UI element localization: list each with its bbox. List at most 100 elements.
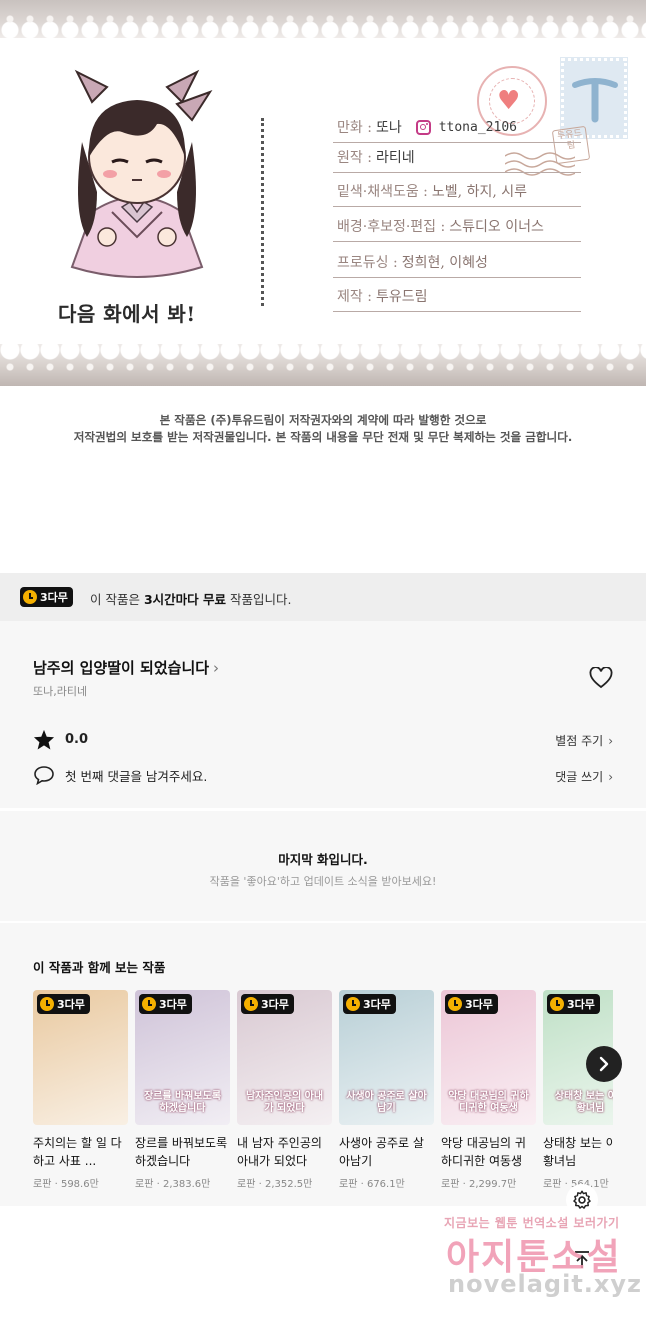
credit-value: 라티네 (375, 150, 415, 166)
3-hours-free-badge: 3다무 (37, 994, 90, 1014)
recommendation-views: 2,383.6만 (162, 1179, 211, 1190)
gear-icon (573, 1190, 591, 1209)
credit-label: 제작 : (337, 289, 372, 305)
recommendation-title: 장르를 바꿔보도록 하겠습니다 (135, 1136, 228, 1168)
badge-label: 3다무 (363, 998, 391, 1011)
free-every-3-hours-banner: 3다무 이 작품은 3시간마다 무료 작품입니다. (0, 573, 646, 621)
credit-row-artist: 만화 : 또나 ttona_2106 (333, 113, 581, 143)
recommendation-title: 주치의는 할 일 다 하고 사표 ... (33, 1136, 122, 1168)
write-comment-button[interactable]: 댓글 쓰기 › (555, 768, 613, 785)
recommendation-genre: 로판 (441, 1179, 460, 1190)
instagram-icon (415, 119, 431, 135)
recommendation-cover: 3다무남자주인공의 아내가 되었다 (237, 990, 332, 1125)
rate-button-label: 별점 주기 (555, 734, 604, 748)
like-button[interactable] (589, 666, 613, 693)
recommendation-title: 악당 대공님의 귀하디귀한 여동생 (441, 1136, 526, 1168)
carousel-next-button[interactable] (586, 1046, 622, 1082)
chevron-right-icon: › (608, 734, 613, 748)
clock-icon (346, 997, 360, 1011)
chibi-character-illustration (70, 69, 213, 278)
recommendation-card[interactable]: 3다무 사생아 공주로 살아남기 사생아 공주로 살아남기 로판 · 676.1만 (339, 990, 434, 1190)
recommendation-cover: 3다무 (33, 990, 128, 1125)
3-hours-free-badge: 3다무 (139, 994, 192, 1014)
clock-icon (448, 997, 462, 1011)
recommendation-card[interactable]: 3다무주치의는 할 일 다 하고 사표 ... 로판 · 598.6만 (33, 990, 128, 1190)
credit-value: 노벨, 하지, 시루 (431, 184, 527, 200)
last-episode-subtitle: 작품을 '좋아요'하고 업데이트 소식을 받아보세요! (209, 875, 437, 888)
credits-card: 다음 화에서 봐! ♥ 투유드림 만화 : 또나 ttona_2106 원작 :… (0, 0, 646, 386)
recommendation-views: 676.1만 (366, 1179, 405, 1190)
recommendation-genre: 로판 (135, 1179, 154, 1190)
heart-stamp-icon: ♥ (497, 86, 521, 116)
credit-row-coloring: 밑색·채색도움 : 노벨, 하지, 시루 (333, 177, 581, 207)
credit-row-production: 제작 : 투유드림 (333, 282, 581, 312)
chevron-right-icon: › (213, 659, 220, 677)
work-title-link[interactable]: 남주의 입양딸이 되었습니다 › (33, 657, 219, 678)
recommendation-meta: 로판 · 2,352.5만 (237, 1175, 332, 1190)
credit-row-producing: 프로듀싱 : 정희현, 이혜성 (333, 248, 581, 278)
badge-label: 3다무 (159, 998, 187, 1011)
settings-button[interactable] (566, 1184, 598, 1216)
free-text-suffix: 작품입니다. (226, 592, 292, 607)
cover-title-art: 남자주인공의 아내가 되었다 (245, 1091, 324, 1114)
recommendation-card[interactable]: 3다무 악당 대공님의 귀하디귀한 여동생 악당 대공님의 귀하디귀한 여동생 로판 … (441, 990, 536, 1190)
copyright-notice: 본 작품은 (주)투유드림이 저작권자와의 계약에 따라 발행한 것으로 저작권… (0, 412, 646, 446)
copyright-line-1: 본 작품은 (주)투유드림이 저작권자와의 계약에 따라 발행한 것으로 (159, 413, 487, 427)
credit-label: 배경·후보정·편집 : (337, 219, 446, 235)
recommendation-card[interactable]: 3다무 장르를 바꿔보도록 하겠습니다 장르를 바꿔보도록 하겠습니다 로판 · 2,… (135, 990, 230, 1190)
cover-title-art: 상태창 보는 아기 황녀님 (554, 1091, 613, 1114)
recommendation-genre: 로판 (33, 1179, 52, 1190)
heart-outline-icon (589, 666, 613, 689)
recommendation-title: 내 남자 주인공의 아내가 되었다 (237, 1136, 322, 1168)
3-hours-free-badge: 3다무 (343, 994, 396, 1014)
3-hours-free-badge: 3다무 (547, 994, 600, 1014)
recommendation-card[interactable]: 3다무남자주인공의 아내가 되었다내 남자 주인공의 아내가 되었다로판 · 2… (237, 990, 332, 1190)
star-icon (33, 729, 55, 750)
chevron-right-icon: › (608, 770, 613, 784)
recommendations-carousel: 3다무주치의는 할 일 다 하고 사표 ... 로판 · 598.6만 3다무장르를… (33, 990, 613, 1200)
credit-value: 또나 (375, 120, 402, 136)
clock-icon (142, 997, 156, 1011)
comment-prompt: 첫 번째 댓글을 남겨주세요. (65, 768, 208, 784)
rating-row: 0.0 (33, 729, 88, 750)
work-authors: 또나,라티네 (33, 685, 88, 698)
recommendation-meta: 로판 · 2,299.7만 (441, 1175, 536, 1190)
cover-title-art: 악당 대공님의 귀하디귀한 여동생 (448, 1091, 529, 1114)
recommendation-meta: 로판 · 598.6만 (33, 1175, 128, 1190)
lace-border-top (0, 0, 646, 38)
badge-label: 3다무 (465, 998, 493, 1011)
rate-button[interactable]: 별점 주기 › (555, 732, 613, 749)
last-episode-section: 마지막 화입니다. 작품을 '좋아요'하고 업데이트 소식을 받아보세요! (0, 811, 646, 921)
credit-row-background: 배경·후보정·편집 : 스튜디오 이너스 (333, 212, 581, 242)
meta-separator: · (255, 1179, 265, 1190)
recommendation-genre: 로판 (543, 1179, 562, 1190)
cover-title-art: 장르를 바꿔보도록 하겠습니다 (143, 1091, 222, 1114)
recommendation-views: 2,352.5만 (264, 1179, 313, 1190)
recommendations-section: 이 작품과 함께 보는 작품 3다무주치의는 할 일 다 하고 사표 ... 로판… (0, 923, 646, 1206)
recommendation-card[interactable]: 3다무상태창 보는 아기 황녀님상태창 보는 아기 황녀님로판 · 564.1만 (543, 990, 613, 1190)
recommendation-title: 사생아 공주로 살아남기 (339, 1136, 424, 1168)
recommendations-heading: 이 작품과 함께 보는 작품 (33, 960, 166, 975)
chevron-right-icon (599, 1056, 609, 1072)
meta-separator: · (357, 1179, 367, 1190)
recommendation-title: 상태창 보는 아기 황녀님 (543, 1136, 613, 1168)
credit-value: 투유드림 (375, 289, 428, 305)
credit-label: 밑색·채색도움 : (337, 184, 428, 200)
recommendation-cover: 3다무장르를 바꿔보도록 하겠습니다 (135, 990, 230, 1125)
recommendation-genre: 로판 (237, 1179, 256, 1190)
recommendation-meta: 로판 · 2,383.6만 (135, 1175, 230, 1190)
dotted-divider (261, 118, 264, 306)
3-hours-free-badge: 3다무 (445, 994, 498, 1014)
lace-border-bottom (0, 344, 646, 386)
recommendation-views: 2,299.7만 (468, 1179, 517, 1190)
credit-label: 원작 : (337, 150, 372, 166)
clock-icon (550, 997, 564, 1011)
badge-label: 3다무 (261, 998, 289, 1011)
credit-row-original: 원작 : 라티네 (333, 143, 581, 173)
speech-bubble-icon (34, 766, 54, 785)
credit-value: 스튜디오 이너스 (449, 219, 544, 235)
meta-separator: · (459, 1179, 469, 1190)
meta-separator: · (153, 1179, 163, 1190)
see-you-next-episode-text: 다음 화에서 봐! (58, 302, 196, 326)
badge-label: 3다무 (40, 591, 68, 604)
